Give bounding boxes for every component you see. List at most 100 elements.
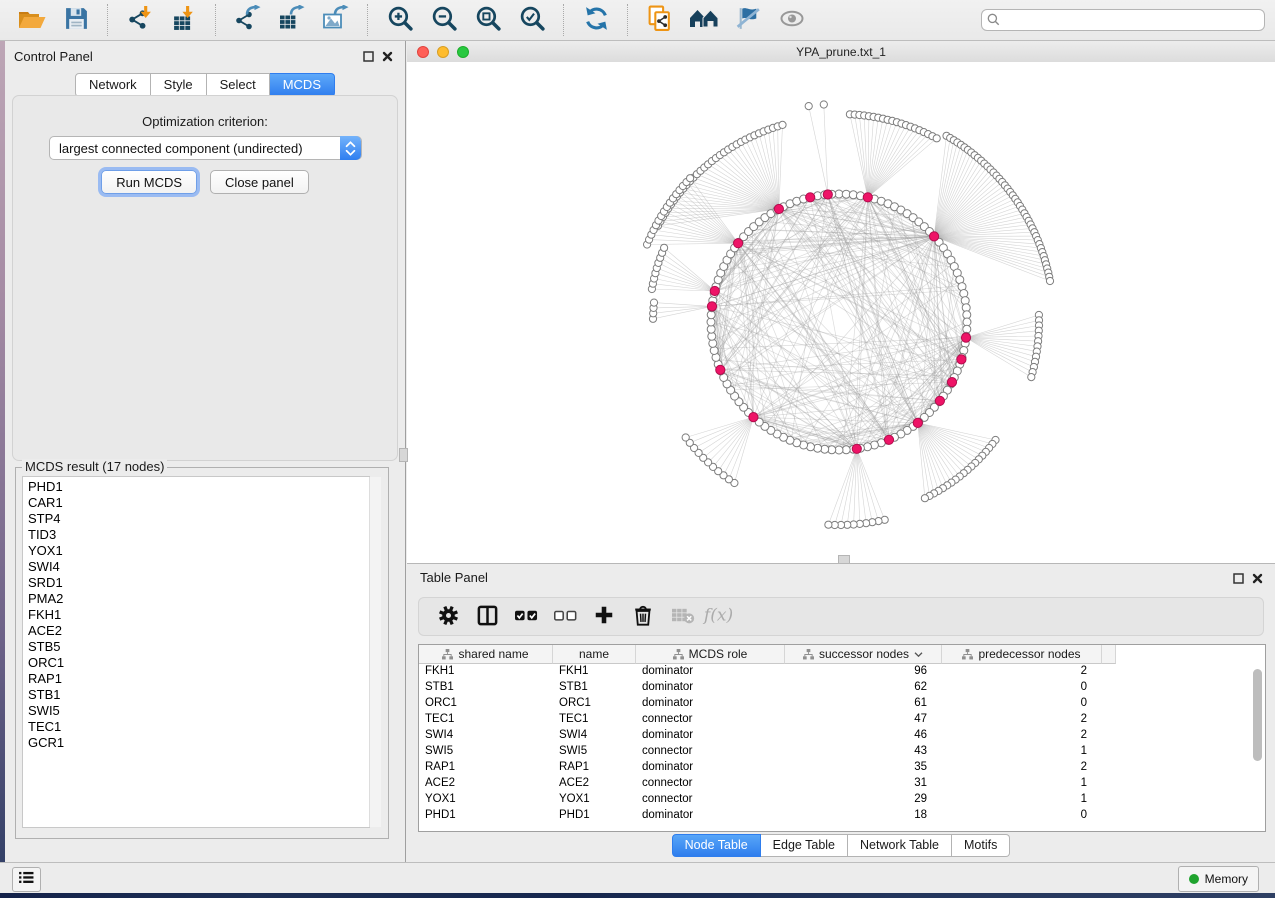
table-cell[interactable]: connector bbox=[636, 776, 785, 792]
save-session-button[interactable] bbox=[59, 3, 93, 37]
export-image-button[interactable] bbox=[319, 3, 353, 37]
table-cell[interactable]: 0 bbox=[942, 696, 1102, 712]
mcds-result-item[interactable]: YOX1 bbox=[28, 543, 369, 559]
mcds-result-item[interactable]: STB5 bbox=[28, 639, 369, 655]
zoom-out-button[interactable] bbox=[427, 3, 461, 37]
table-cell[interactable]: 61 bbox=[785, 696, 942, 712]
mcds-result-item[interactable]: RAP1 bbox=[28, 671, 369, 687]
tab-style[interactable]: Style bbox=[151, 73, 207, 97]
table-cell[interactable]: connector bbox=[636, 792, 785, 808]
table-row[interactable]: YOX1YOX1connector291 bbox=[419, 792, 1265, 808]
table-cell[interactable]: 47 bbox=[785, 712, 942, 728]
mcds-result-item[interactable]: SRD1 bbox=[28, 575, 369, 591]
memory-button[interactable]: Memory bbox=[1178, 866, 1259, 892]
table-cell[interactable]: 43 bbox=[785, 744, 942, 760]
mcds-result-item[interactable]: CAR1 bbox=[28, 495, 369, 511]
table-row[interactable]: ORC1ORC1dominator610 bbox=[419, 696, 1265, 712]
tab-network-table[interactable]: Network Table bbox=[848, 834, 952, 857]
tab-select[interactable]: Select bbox=[207, 73, 270, 97]
mcds-result-item[interactable]: PMA2 bbox=[28, 591, 369, 607]
run-mcds-button[interactable]: Run MCDS bbox=[101, 170, 197, 194]
column-header-successor-nodes[interactable]: successor nodes bbox=[785, 645, 942, 664]
zoom-fit-button[interactable] bbox=[471, 3, 505, 37]
table-cell[interactable]: RAP1 bbox=[419, 760, 553, 776]
table-cell[interactable]: 2 bbox=[942, 728, 1102, 744]
mcds-result-item[interactable]: STB1 bbox=[28, 687, 369, 703]
table-cell[interactable]: 35 bbox=[785, 760, 942, 776]
column-settings-button[interactable] bbox=[433, 602, 463, 632]
table-cell[interactable]: 1 bbox=[942, 776, 1102, 792]
network-view-canvas[interactable] bbox=[407, 62, 1275, 563]
toggle-columns-button[interactable] bbox=[472, 602, 502, 632]
table-cell[interactable]: ACE2 bbox=[553, 776, 636, 792]
column-header-shared-name[interactable]: shared name bbox=[419, 645, 553, 664]
table-cell[interactable]: SWI4 bbox=[419, 728, 553, 744]
table-scrollbar-thumb[interactable] bbox=[1253, 669, 1262, 761]
mcds-result-item[interactable]: SWI5 bbox=[28, 703, 369, 719]
table-cell[interactable]: FKH1 bbox=[553, 664, 636, 680]
table-cell[interactable]: 2 bbox=[942, 712, 1102, 728]
table-cell[interactable]: TEC1 bbox=[419, 712, 553, 728]
table-cell[interactable]: 0 bbox=[942, 808, 1102, 824]
import-table-button[interactable] bbox=[167, 3, 201, 37]
mcds-result-item[interactable]: TEC1 bbox=[28, 719, 369, 735]
table-row[interactable]: ACE2ACE2connector311 bbox=[419, 776, 1265, 792]
tab-mcds[interactable]: MCDS bbox=[270, 73, 335, 97]
table-cell[interactable]: dominator bbox=[636, 728, 785, 744]
optimization-criterion-dropdown[interactable]: largest connected component (undirected) bbox=[49, 136, 362, 160]
tab-network[interactable]: Network bbox=[75, 73, 151, 97]
table-row[interactable]: SWI4SWI4dominator462 bbox=[419, 728, 1265, 744]
table-cell[interactable]: YOX1 bbox=[419, 792, 553, 808]
table-cell[interactable]: dominator bbox=[636, 808, 785, 824]
tab-motifs[interactable]: Motifs bbox=[952, 834, 1010, 857]
task-history-button[interactable] bbox=[12, 867, 41, 892]
table-cell[interactable]: 18 bbox=[785, 808, 942, 824]
deselect-all-rows-button[interactable] bbox=[550, 602, 580, 632]
delete-column-button[interactable] bbox=[628, 602, 658, 632]
vertical-splitter-handle[interactable] bbox=[399, 448, 408, 462]
column-header-predecessor-nodes[interactable]: predecessor nodes bbox=[942, 645, 1102, 664]
mcds-result-item[interactable]: FKH1 bbox=[28, 607, 369, 623]
float-panel-icon[interactable] bbox=[363, 49, 374, 67]
table-row[interactable]: PHD1PHD1dominator180 bbox=[419, 808, 1265, 824]
table-cell[interactable]: 62 bbox=[785, 680, 942, 696]
tab-node-table[interactable]: Node Table bbox=[672, 834, 761, 857]
zoom-in-button[interactable] bbox=[383, 3, 417, 37]
table-cell[interactable]: connector bbox=[636, 744, 785, 760]
table-row[interactable]: FKH1FKH1dominator962 bbox=[419, 664, 1265, 680]
hide-selected-button[interactable] bbox=[731, 3, 765, 37]
mcds-result-list[interactable]: PHD1CAR1STP4TID3YOX1SWI4SRD1PMA2FKH1ACE2… bbox=[22, 476, 370, 828]
column-header-name[interactable]: name bbox=[553, 645, 636, 664]
table-scrollbar[interactable] bbox=[1253, 667, 1262, 827]
tab-edge-table[interactable]: Edge Table bbox=[761, 834, 848, 857]
table-row[interactable]: TEC1TEC1connector472 bbox=[419, 712, 1265, 728]
table-cell[interactable]: ORC1 bbox=[419, 696, 553, 712]
table-cell[interactable]: connector bbox=[636, 712, 785, 728]
table-cell[interactable]: FKH1 bbox=[419, 664, 553, 680]
table-cell[interactable]: dominator bbox=[636, 760, 785, 776]
float-panel-icon[interactable] bbox=[1233, 571, 1244, 589]
mcds-result-item[interactable]: ORC1 bbox=[28, 655, 369, 671]
table-cell[interactable]: 2 bbox=[942, 760, 1102, 776]
mcds-result-item[interactable]: TID3 bbox=[28, 527, 369, 543]
table-cell[interactable]: ACE2 bbox=[419, 776, 553, 792]
mcds-result-item[interactable]: PHD1 bbox=[28, 479, 369, 495]
table-cell[interactable]: PHD1 bbox=[553, 808, 636, 824]
table-cell[interactable]: STB1 bbox=[419, 680, 553, 696]
table-row[interactable]: STB1STB1dominator620 bbox=[419, 680, 1265, 696]
create-column-button[interactable] bbox=[589, 602, 619, 632]
close-panel-button[interactable]: Close panel bbox=[210, 170, 309, 194]
clone-network-button[interactable] bbox=[643, 3, 677, 37]
mcds-result-item[interactable]: SWI4 bbox=[28, 559, 369, 575]
table-cell[interactable]: YOX1 bbox=[553, 792, 636, 808]
table-cell[interactable]: 1 bbox=[942, 744, 1102, 760]
table-row[interactable]: RAP1RAP1dominator352 bbox=[419, 760, 1265, 776]
table-cell[interactable]: 29 bbox=[785, 792, 942, 808]
table-cell[interactable]: 46 bbox=[785, 728, 942, 744]
mcds-result-item[interactable]: GCR1 bbox=[28, 735, 369, 751]
table-cell[interactable]: 96 bbox=[785, 664, 942, 680]
mcds-result-item[interactable]: STP4 bbox=[28, 511, 369, 527]
table-cell[interactable]: dominator bbox=[636, 696, 785, 712]
mcds-result-item[interactable]: ACE2 bbox=[28, 623, 369, 639]
table-cell[interactable]: 31 bbox=[785, 776, 942, 792]
